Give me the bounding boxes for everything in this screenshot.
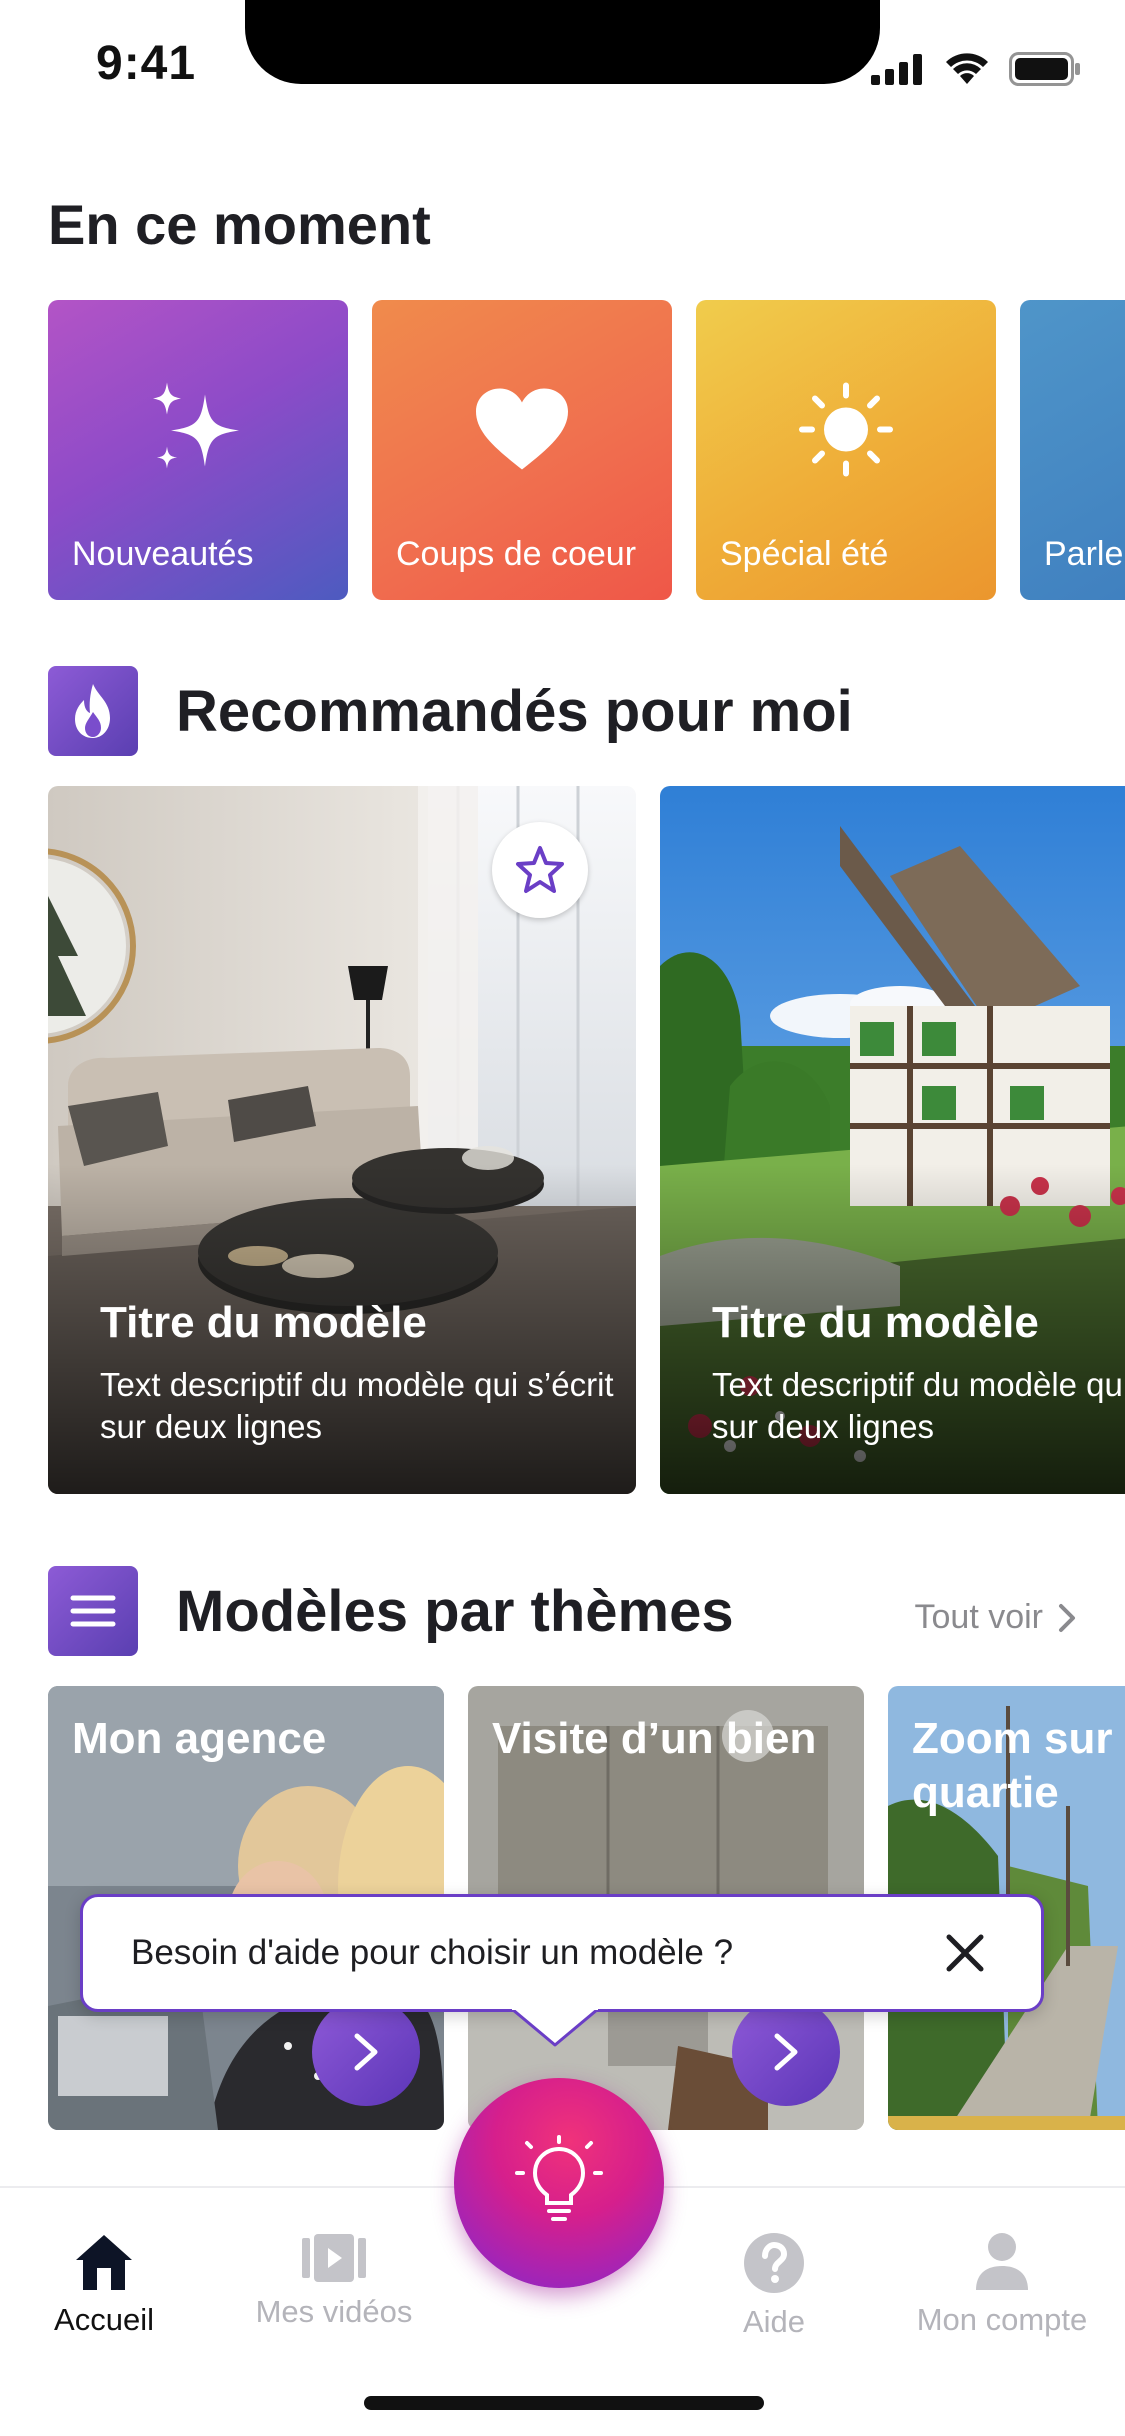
- status-icons: [871, 52, 1081, 86]
- home-screen: 9:41 En ce moment Nouveautés Coups de co…: [0, 0, 1125, 2436]
- help-tooltip-text: Besoin d'aide pour choisir un modèle ?: [131, 1933, 734, 1972]
- chevron-right-icon: [774, 2033, 798, 2071]
- see-all-link[interactable]: Tout voir: [915, 1598, 1078, 1637]
- moment-tile-label: Coups de coeur: [396, 535, 637, 573]
- cellular-signal-icon: [871, 54, 922, 85]
- tooltip-pointer: [512, 2005, 598, 2047]
- theme-card-title: Zoom sur un quartie: [912, 1714, 1125, 1817]
- moment-tile-label: Nouveautés: [72, 535, 254, 573]
- lightbulb-icon: [515, 2135, 603, 2221]
- moment-tile-nouveautes[interactable]: Nouveautés: [48, 300, 348, 600]
- themes-section-title: Modèles par thèmes: [176, 1579, 734, 1644]
- help-icon: [744, 2233, 804, 2293]
- tab-accueil[interactable]: Accueil: [0, 2232, 224, 2338]
- tab-aide[interactable]: Aide: [654, 2232, 894, 2340]
- moment-tile-coups-de-coeur[interactable]: Coups de coeur: [372, 300, 672, 600]
- sun-icon: [796, 380, 896, 485]
- favorite-button[interactable]: [492, 822, 588, 918]
- battery-icon: [1009, 52, 1080, 86]
- moment-tile-label: Parle: [1044, 535, 1124, 573]
- recommended-card[interactable]: Titre du modèle Text descriptif du modèl…: [660, 786, 1125, 1494]
- status-bar: 9:41: [0, 0, 1125, 132]
- status-time: 9:41: [96, 37, 197, 90]
- sparkles-icon: [143, 375, 253, 490]
- see-all-label: Tout voir: [914, 1598, 1044, 1636]
- device-notch: [245, 0, 880, 84]
- theme-card-title: Visite d’un bien: [492, 1714, 817, 1763]
- tab-label: Accueil: [54, 2302, 154, 2337]
- flame-icon: [48, 666, 138, 756]
- chevron-right-icon: [354, 2033, 378, 2071]
- moment-tile-special-ete[interactable]: Spécial été: [696, 300, 996, 600]
- inspiration-button[interactable]: [454, 2078, 664, 2288]
- recommended-card[interactable]: Titre du modèle Text descriptif du modèl…: [48, 786, 636, 1494]
- close-button[interactable]: [937, 1925, 993, 1981]
- user-icon: [976, 2233, 1028, 2290]
- card-description: Text descriptif du modèle qui s’écrit su…: [712, 1366, 1125, 1445]
- tab-mes-videos[interactable]: Mes vidéos: [214, 2232, 454, 2330]
- help-tooltip: Besoin d'aide pour choisir un modèle ?: [80, 1894, 1044, 2012]
- tab-label: Aide: [742, 2304, 806, 2339]
- heart-icon: [474, 388, 570, 477]
- moment-tile-label: Spécial été: [720, 535, 889, 573]
- recommended-section-title: Recommandés pour moi: [176, 679, 853, 744]
- chevron-right-icon: [1059, 1603, 1075, 1632]
- open-theme-button[interactable]: [312, 1998, 420, 2106]
- open-theme-button[interactable]: [732, 1998, 840, 2106]
- video-icon: [302, 2234, 366, 2282]
- card-title: Titre du modèle: [100, 1298, 427, 1347]
- home-indicator: [364, 2396, 764, 2410]
- star-icon: [516, 846, 564, 893]
- home-icon: [76, 2235, 132, 2290]
- card-title: Titre du modèle: [712, 1298, 1039, 1347]
- moment-tile-parle[interactable]: Parle: [1020, 300, 1125, 600]
- close-icon: [946, 1934, 984, 1972]
- tab-label: Mes vidéos: [255, 2294, 413, 2329]
- card-description: Text descriptif du modèle qui s’écrit su…: [100, 1366, 614, 1445]
- wifi-icon: [946, 53, 988, 84]
- theme-card-title: Mon agence: [72, 1714, 327, 1763]
- menu-icon: [48, 1566, 138, 1656]
- tab-mon-compte[interactable]: Mon compte: [882, 2232, 1122, 2338]
- moment-section-title: En ce moment: [48, 193, 431, 256]
- tab-label: Mon compte: [916, 2302, 1088, 2337]
